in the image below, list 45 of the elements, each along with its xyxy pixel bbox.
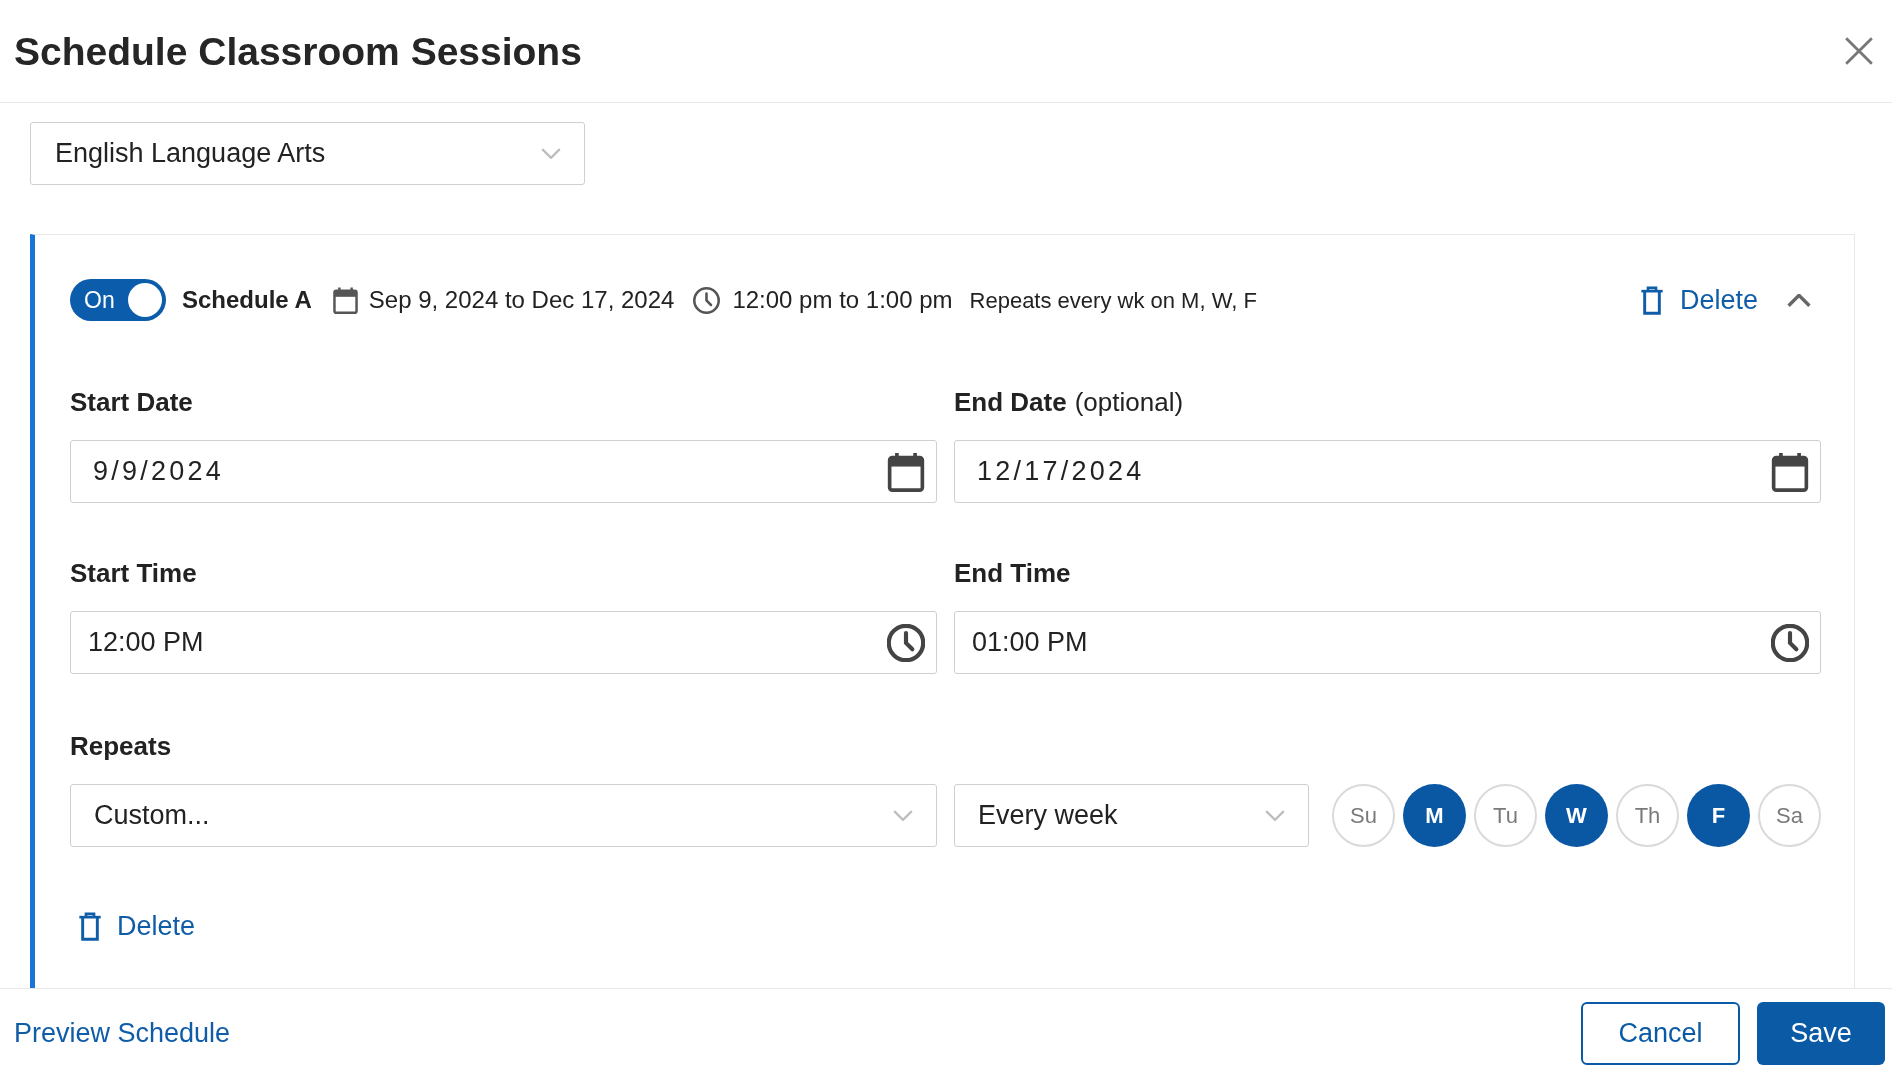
calendar-icon: [887, 451, 925, 492]
date-range: Sep 9, 2024 to Dec 17, 2024: [368, 285, 675, 315]
clock-icon: [693, 286, 721, 314]
cancel-button[interactable]: Cancel: [1581, 1002, 1740, 1065]
field-label: End Date: [954, 387, 1067, 417]
repeat-dropdown[interactable]: Custom...: [70, 784, 937, 847]
day-toggle[interactable]: Su: [1332, 784, 1395, 847]
day-toggle[interactable]: Sa: [1758, 784, 1821, 847]
field-label: Start Time: [70, 558, 197, 588]
trash-icon: [1639, 285, 1664, 315]
delete-button[interactable]: Delete: [1639, 285, 1758, 315]
frequency-dropdown[interactable]: Every week: [954, 784, 1309, 847]
time-input[interactable]: 01:00 PM: [954, 611, 1821, 674]
preview-schedule-link[interactable]: Preview Schedule: [14, 1013, 231, 1054]
close-icon: [1845, 37, 1873, 65]
save-button[interactable]: Save: [1757, 1002, 1885, 1065]
calendar-icon: [332, 286, 358, 314]
time-range: 12:00 pm to 1:00 pm: [732, 285, 953, 315]
date-input[interactable]: 12/17/2024: [954, 440, 1821, 503]
repeat-summary: Repeats every wk on M, W, F: [969, 286, 1257, 315]
clock-icon: [887, 623, 925, 662]
field-label: Repeats: [70, 731, 172, 761]
schedule-name: Schedule A: [182, 285, 312, 315]
chevron-down-icon: [1264, 810, 1286, 821]
day-toggle[interactable]: W: [1545, 784, 1608, 847]
chevron-down-icon: [892, 810, 914, 821]
subject-dropdown[interactable]: English Language Arts: [30, 122, 585, 185]
toggle-switch[interactable]: On: [70, 279, 166, 321]
chevron-down-icon: [540, 148, 562, 159]
calendar-icon: [1771, 451, 1809, 492]
time-input[interactable]: 12:00 PM: [70, 611, 937, 674]
field-label: End Time: [954, 558, 1071, 588]
close-button[interactable]: [1844, 36, 1874, 66]
day-toggle[interactable]: Tu: [1474, 784, 1537, 847]
delete-button[interactable]: Delete: [78, 912, 196, 941]
optional-hint: (optional): [1074, 387, 1184, 417]
dialog-title: Schedule Classroom Sessions: [14, 31, 582, 71]
chevron-up-icon[interactable]: [1786, 293, 1812, 307]
day-toggle[interactable]: Th: [1616, 784, 1679, 847]
trash-icon: [78, 912, 102, 941]
clock-icon: [1771, 623, 1809, 662]
day-toggle[interactable]: M: [1403, 784, 1466, 847]
field-label: Start Date: [70, 387, 193, 417]
day-toggle[interactable]: F: [1687, 784, 1750, 847]
date-input[interactable]: 9/9/2024: [70, 440, 937, 503]
